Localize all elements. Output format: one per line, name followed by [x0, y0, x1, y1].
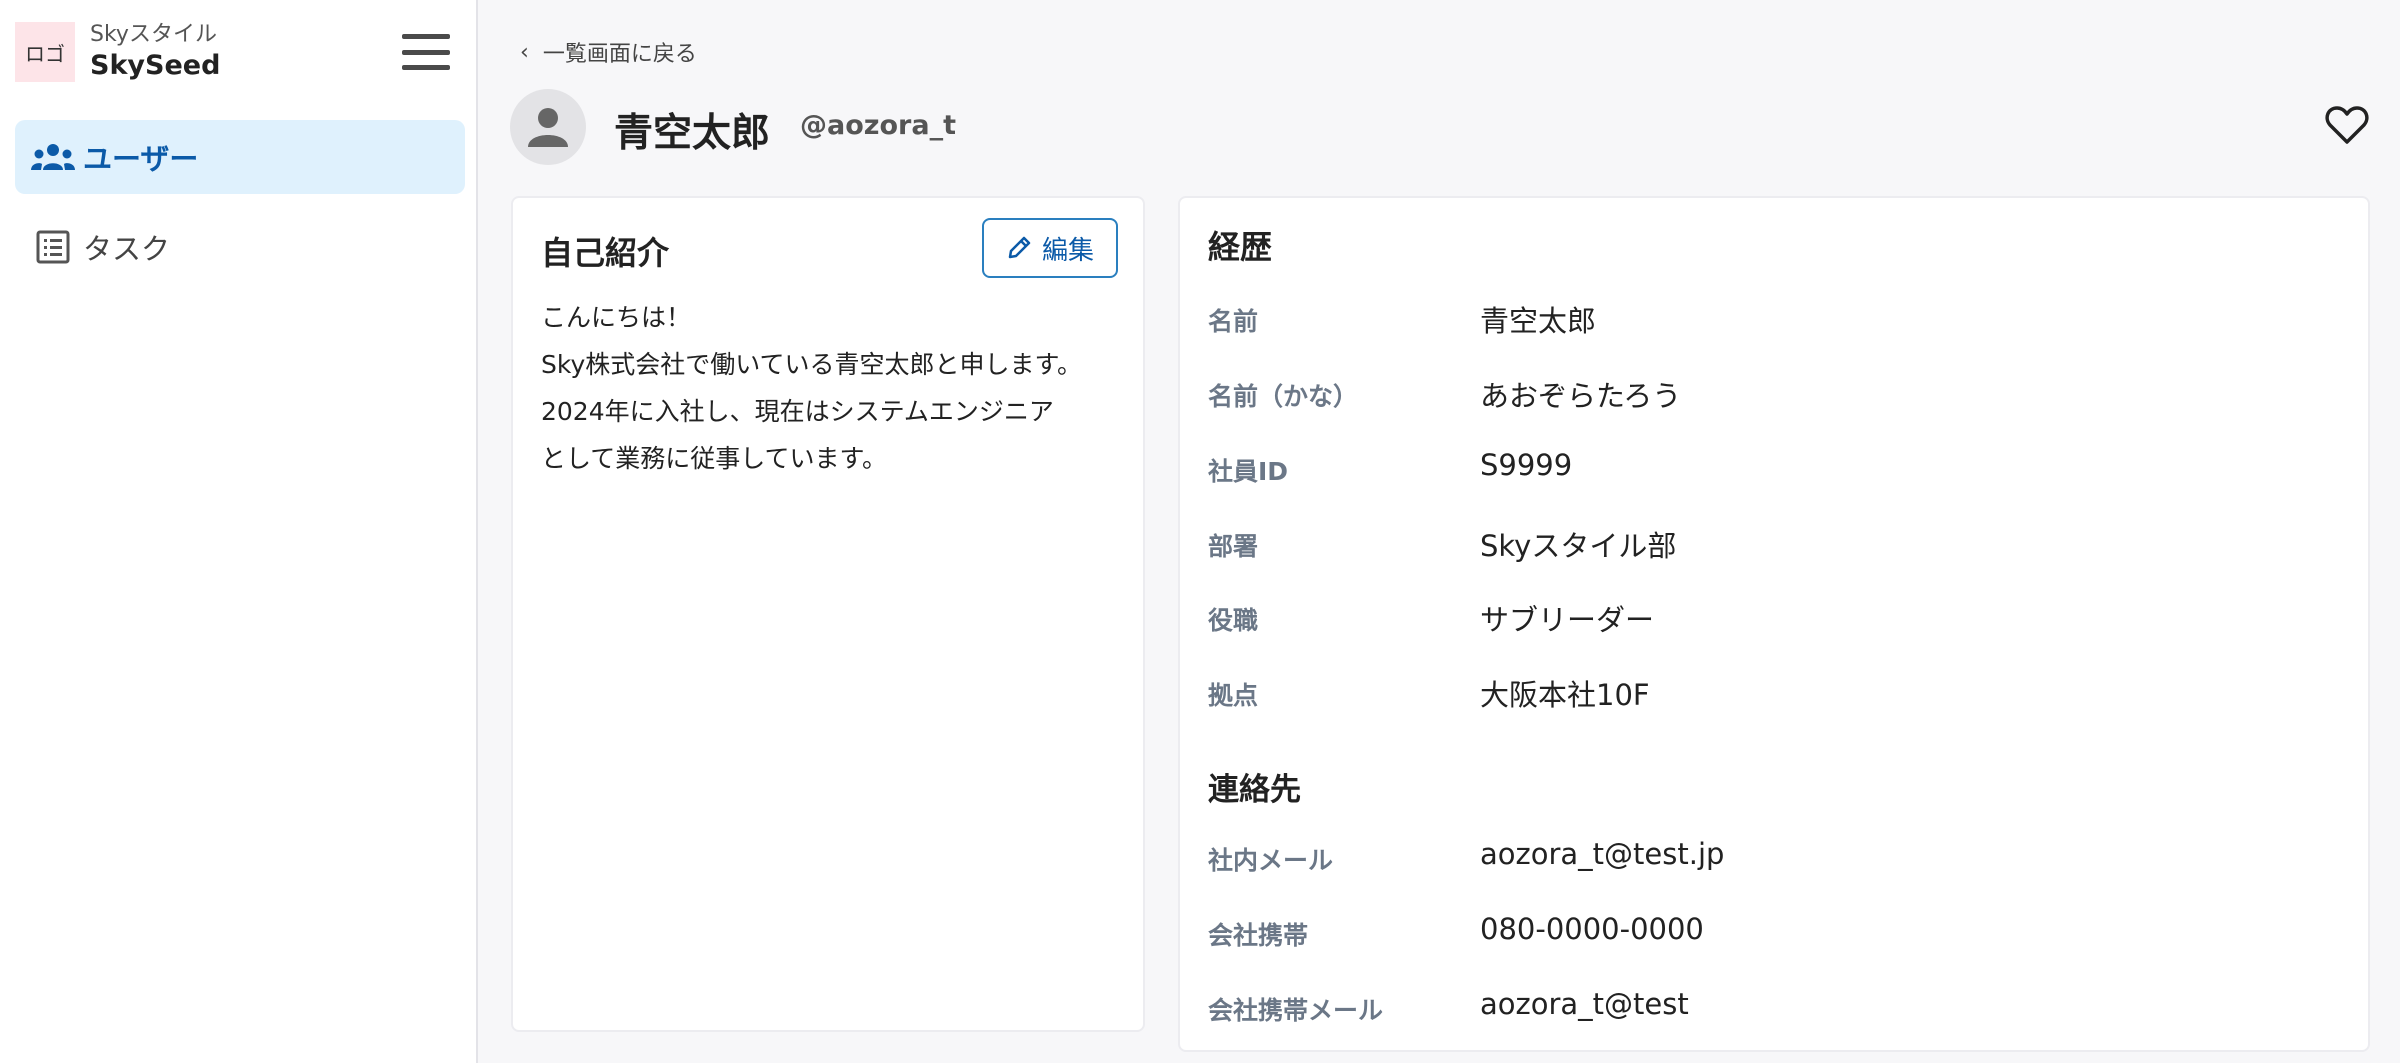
users-icon	[31, 139, 75, 175]
field-value-position: サブリーダー	[1480, 603, 1655, 637]
brand-text: Skyスタイル SkySeed	[90, 21, 220, 83]
brand-subtitle: Skyスタイル	[90, 22, 217, 47]
field-value-location: 大阪本社10F	[1480, 678, 1650, 712]
back-to-list-link[interactable]: ‹ 一覧画面に戻る	[520, 36, 697, 68]
field-value-department: Skyスタイル部	[1480, 529, 1677, 563]
intro-line: Sky株式会社で働いている青空太郎と申します。	[541, 350, 1083, 379]
logo: ロゴ	[15, 22, 75, 82]
list-icon	[31, 229, 75, 265]
field-label-name: 名前	[1208, 307, 1259, 336]
field-label-department: 部署	[1208, 532, 1259, 561]
field-value-name: 青空太郎	[1480, 304, 1597, 338]
field-label-internal-email: 社内メール	[1208, 846, 1334, 875]
intro-line: こんにちは！	[541, 303, 692, 332]
person-icon	[528, 108, 568, 147]
back-link-label: 一覧画面に戻る	[542, 42, 697, 67]
field-label-position: 役職	[1208, 606, 1259, 635]
field-label-location: 拠点	[1208, 681, 1259, 710]
sidebar: ロゴ Skyスタイル SkySeed ユーザー タスク	[0, 0, 478, 1063]
field-label-company-phone-email: 会社携帯メール	[1208, 996, 1384, 1025]
field-value-internal-email: aozora_t@test.jp	[1480, 837, 1725, 871]
field-label-kana: 名前（かな）	[1208, 382, 1359, 411]
avatar	[510, 89, 586, 165]
heart-icon[interactable]	[2325, 105, 2369, 145]
intro-card: 自己紹介 編集 こんにちは！ Sky株式会社で働いている青空太郎と申します。 2…	[511, 196, 1145, 1032]
edit-button[interactable]: 編集	[982, 218, 1118, 278]
career-title: 経歴	[1208, 228, 1273, 266]
intro-text: こんにちは！ Sky株式会社で働いている青空太郎と申します。 2024年に入社し…	[541, 294, 1131, 482]
chevron-left-icon: ‹	[520, 39, 529, 65]
pencil-icon	[1008, 236, 1031, 259]
intro-line: として業務に従事しています。	[541, 444, 888, 473]
field-value-company-phone: 080-0000-0000	[1480, 912, 1704, 946]
field-label-employee-id: 社員ID	[1208, 457, 1289, 486]
hamburger-icon[interactable]	[402, 34, 450, 70]
intro-title: 自己紹介	[541, 234, 670, 272]
intro-line: 2024年に入社し、現在はシステムエンジニア	[541, 397, 1054, 426]
contact-section-title: 連絡先	[1208, 772, 1301, 808]
brand[interactable]: ロゴ Skyスタイル SkySeed	[15, 22, 220, 82]
app-root: ロゴ Skyスタイル SkySeed ユーザー タスク ‹ 一覧画面に戻る 青空…	[0, 0, 2400, 1063]
field-label-company-phone: 会社携帯	[1208, 921, 1309, 950]
sidebar-item-tasks[interactable]: タスク	[15, 210, 465, 284]
sidebar-item-label: ユーザー	[83, 142, 199, 176]
brand-name: SkySeed	[90, 50, 221, 81]
career-card: 経歴 名前 青空太郎 名前（かな） あおぞらたろう 社員ID S9999 部署 …	[1178, 196, 2370, 1052]
sidebar-item-label: タスク	[83, 232, 171, 266]
user-handle: @aozora_t	[800, 110, 956, 141]
user-name: 青空太郎	[614, 111, 771, 156]
field-value-company-phone-email: aozora_t@test	[1480, 987, 1689, 1021]
edit-button-label: 編集	[1041, 235, 1094, 266]
field-value-employee-id: S9999	[1480, 448, 1573, 482]
sidebar-item-users[interactable]: ユーザー	[15, 120, 465, 194]
field-value-kana: あおぞらたろう	[1480, 379, 1682, 413]
